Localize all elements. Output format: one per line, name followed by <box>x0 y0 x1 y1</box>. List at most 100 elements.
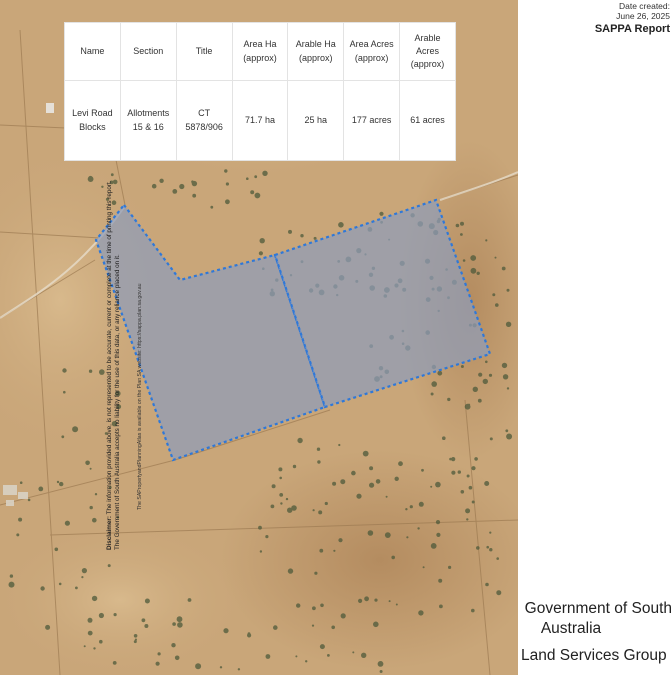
tree-marker <box>311 624 315 627</box>
tree-marker <box>374 598 378 602</box>
tree-marker <box>465 508 471 514</box>
tree-marker <box>352 651 355 654</box>
tree-marker <box>430 543 437 549</box>
tree-marker <box>476 546 480 550</box>
tree-marker <box>59 481 64 487</box>
tree-marker <box>451 470 456 475</box>
tree-marker <box>58 582 62 586</box>
tree-marker <box>484 481 490 486</box>
tree-marker <box>237 668 241 671</box>
tree-marker <box>485 360 488 364</box>
header-title: Title <box>175 22 233 81</box>
tree-marker <box>471 500 475 504</box>
tree-marker <box>258 525 262 530</box>
tree-marker <box>430 392 434 396</box>
tree-marker <box>438 578 443 583</box>
tree-marker <box>314 571 318 575</box>
tree-marker <box>262 170 268 176</box>
tree-marker <box>421 468 424 472</box>
tree-marker <box>439 604 443 609</box>
tree-marker <box>300 234 304 238</box>
tree-marker <box>506 387 510 390</box>
tree-marker <box>56 480 60 484</box>
disclaimer-line-1: The information provided above, is not r… <box>106 180 113 515</box>
tree-marker <box>462 259 466 262</box>
tree-marker <box>496 590 502 596</box>
tree-marker <box>144 598 150 604</box>
tree-marker <box>225 182 229 186</box>
tree-marker <box>485 582 489 587</box>
tree-marker <box>88 369 93 373</box>
tree-marker <box>85 460 90 466</box>
tree-marker <box>460 221 464 226</box>
tree-marker <box>223 628 229 634</box>
tree-marker <box>489 548 493 552</box>
tree-marker <box>19 481 23 485</box>
tree-marker <box>472 386 478 392</box>
tree-marker <box>254 175 258 179</box>
tree-marker <box>64 520 70 526</box>
tree-marker <box>63 390 66 394</box>
tree-marker <box>225 199 230 205</box>
tree-marker <box>191 180 194 183</box>
tree-marker <box>455 223 460 228</box>
tree-marker <box>436 532 441 538</box>
tree-marker <box>54 547 59 552</box>
tree-marker <box>338 538 343 543</box>
tree-marker <box>418 501 424 507</box>
tree-marker <box>320 603 324 608</box>
tree-marker <box>361 652 367 658</box>
footer-group-name: Land Services Group <box>521 647 667 664</box>
tree-marker <box>375 479 381 484</box>
tree-marker <box>112 661 117 665</box>
tree-marker <box>457 470 461 474</box>
tree-marker <box>505 429 509 433</box>
disclaimer-label: Disclaimer: <box>106 516 113 550</box>
tree-marker <box>356 493 362 499</box>
tree-marker <box>99 639 103 644</box>
tree-marker <box>291 505 297 511</box>
tree-marker <box>369 466 374 471</box>
tree-marker <box>478 372 483 377</box>
tree-marker <box>99 369 105 375</box>
tree-marker <box>476 271 480 275</box>
tree-marker <box>332 481 337 486</box>
tree-marker <box>292 464 297 469</box>
tree-marker <box>155 661 160 666</box>
tree-marker <box>38 486 44 492</box>
tree-marker <box>358 598 363 604</box>
tree-marker <box>157 652 161 656</box>
header-name: Name <box>64 22 121 81</box>
tree-marker <box>385 495 388 498</box>
tree-marker <box>187 598 192 602</box>
tree-marker <box>18 517 23 522</box>
tree-marker <box>81 576 84 579</box>
tree-marker <box>195 663 202 670</box>
tree-marker <box>177 622 183 628</box>
tree-marker <box>471 608 475 613</box>
tree-marker <box>273 625 278 630</box>
tree-marker <box>495 303 499 307</box>
tree-marker <box>224 169 228 173</box>
tree-marker <box>373 621 379 628</box>
tree-marker <box>312 606 316 611</box>
tree-marker <box>246 177 249 180</box>
tree-marker <box>466 474 470 478</box>
tree-marker <box>338 443 341 447</box>
tree-marker <box>379 211 384 216</box>
tree-marker <box>317 460 321 464</box>
tree-marker <box>9 574 14 578</box>
tree-marker <box>494 256 497 259</box>
tree-marker <box>506 433 513 440</box>
tree-marker <box>501 266 506 271</box>
tree-marker <box>265 535 269 539</box>
header-arable-ha: Arable Ha (approx) <box>287 22 345 81</box>
tree-marker <box>379 670 383 673</box>
tree-marker <box>179 183 185 190</box>
tree-marker <box>448 565 452 570</box>
tree-marker <box>470 255 477 261</box>
tree-marker <box>460 490 465 494</box>
disclaimer-line-2: The Government of South Australia accept… <box>114 254 122 550</box>
disclaimer-text: Disclaimer: The information provided abo… <box>106 125 136 550</box>
tree-marker <box>98 612 104 619</box>
